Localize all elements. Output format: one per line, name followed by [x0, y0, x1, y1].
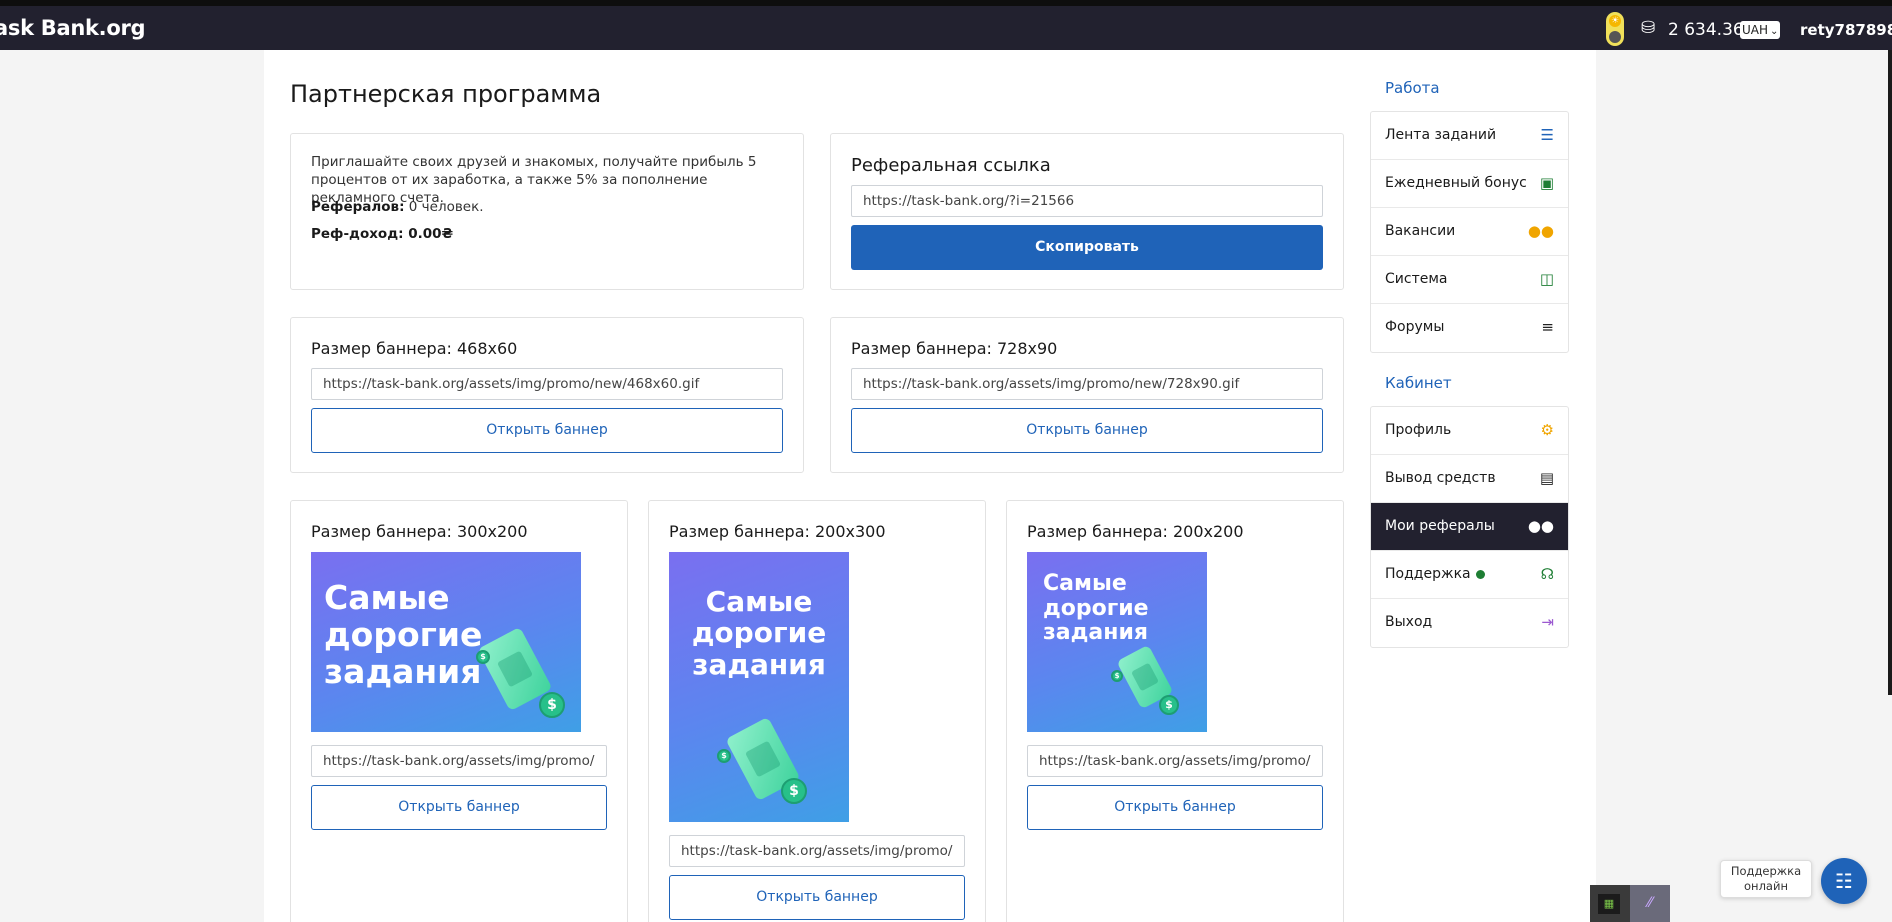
cabinet-heading: Кабинет	[1385, 374, 1452, 392]
banner-image: Самые дорогие задания $ $	[311, 552, 581, 732]
banner-card-300x200: Размер баннера: 300x200 Самые дорогие за…	[290, 500, 628, 922]
referrals-label: Рефералов:	[311, 199, 405, 215]
cabinet-menu: Профиль ⚙ Вывод средств ▤ Мои рефералы ●● П…	[1370, 406, 1569, 648]
work-heading: Работа	[1385, 79, 1440, 97]
sidebar-item-label: Выход	[1385, 614, 1433, 630]
coin-icon: $	[1111, 670, 1123, 682]
sidebar-item-logout[interactable]: Выход ⇥	[1371, 599, 1568, 647]
sidebar-item-tasks[interactable]: Лента заданий ☰	[1371, 112, 1568, 160]
referral-link-title: Реферальная ссылка	[851, 155, 1051, 176]
sidebar-item-my-referrals[interactable]: Мои рефералы ●●	[1371, 503, 1568, 551]
banner-image: Самые дорогие задания $ $	[1027, 552, 1207, 732]
banner-title: Размер баннера: 200x300	[669, 522, 886, 541]
coin-icon: $	[781, 778, 807, 804]
extension-icon[interactable]: ▦	[1598, 894, 1620, 914]
coins-icon: ⛁	[1641, 18, 1656, 38]
banner-card-200x300: Размер баннера: 200x300 Самые дорогие за…	[648, 500, 986, 922]
page-title: Партнерская программа	[290, 80, 602, 108]
banner-card-728x90: Размер баннера: 728x90 Открыть баннер	[830, 317, 1344, 473]
balance-amount: 2 634.36	[1668, 20, 1744, 40]
banner-url-input[interactable]	[311, 368, 783, 400]
banner-url-input[interactable]	[669, 835, 965, 867]
coin-icon: $	[476, 650, 490, 664]
users-icon: ●●	[1527, 517, 1554, 535]
open-banner-button[interactable]: Открыть баннер	[311, 408, 783, 453]
browser-extension-panel: ▦ ⁄⁄	[1590, 885, 1670, 922]
banner-title: Размер баннера: 300x200	[311, 522, 528, 541]
sidebar-item-support[interactable]: Поддержка ☊	[1371, 551, 1568, 599]
toggle-knob	[1609, 31, 1621, 43]
sidebar-item-vacancies[interactable]: Вакансии ●●	[1371, 208, 1568, 256]
support-tooltip: Поддержка онлайн	[1720, 860, 1812, 898]
open-banner-button[interactable]: Открыть баннер	[851, 408, 1323, 453]
site-logo[interactable]: ask Bank.org	[0, 16, 146, 40]
banner-image-text: Самые дорогие задания	[324, 578, 483, 691]
sidebar-item-label: Мои рефералы	[1385, 518, 1495, 534]
currency-select[interactable]: UAH ⌄	[1740, 21, 1781, 39]
sun-icon: ☀	[1609, 15, 1621, 27]
sidebar-item-system[interactable]: Система ◫	[1371, 256, 1568, 304]
sidebar-item-forums[interactable]: Форумы ≡	[1371, 304, 1568, 352]
username[interactable]: rety787898	[1800, 21, 1892, 39]
header: ask Bank.org ☀ ⛁ 2 634.36 UAH ⌄ rety78789…	[0, 6, 1892, 50]
headset-icon: ☊	[1540, 565, 1554, 583]
columns-icon: ◫	[1539, 270, 1554, 288]
banner-image: Самые дорогие задания $ $	[669, 552, 849, 822]
banner-title: Размер баннера: 468x60	[311, 339, 518, 358]
open-banner-button[interactable]: Открыть баннер	[1027, 785, 1323, 830]
scrollbar[interactable]	[1888, 50, 1892, 695]
open-banner-button[interactable]: Открыть баннер	[311, 785, 607, 830]
banner-image-text: Самые дорогие задания	[691, 585, 827, 681]
sidebar-item-withdraw[interactable]: Вывод средств ▤	[1371, 455, 1568, 503]
sidebar-item-label: Поддержка	[1385, 566, 1471, 582]
sidebar-item-label: Ежедневный бонус	[1385, 175, 1527, 191]
intro-card: Приглашайте своих друзей и знакомых, пол…	[290, 133, 804, 290]
chevron-down-icon: ⌄	[1770, 26, 1779, 37]
sidebar-item-label: Профиль	[1385, 422, 1452, 438]
gear-icon: ⚙	[1540, 421, 1554, 439]
copy-button[interactable]: Скопировать	[851, 225, 1323, 270]
banner-card-468x60: Размер баннера: 468x60 Открыть баннер	[290, 317, 804, 473]
work-menu: Лента заданий ☰ Ежедневный бонус ▣ Ваканси…	[1370, 111, 1569, 353]
sidebar-item-label: Форумы	[1385, 319, 1445, 335]
sidebar-item-profile[interactable]: Профиль ⚙	[1371, 407, 1568, 455]
money-icon: ▤	[1539, 469, 1554, 487]
sidebar-item-label: Вакансии	[1385, 223, 1456, 239]
open-banner-button[interactable]: Открыть баннер	[669, 875, 965, 920]
income-value: 0.00₴	[403, 226, 454, 242]
chat-icon[interactable]: ☷	[1821, 858, 1867, 904]
referral-link-card: Реферальная ссылка Скопировать	[830, 133, 1344, 290]
gift-icon: ▣	[1539, 174, 1554, 192]
sidebar-item-label: Система	[1385, 271, 1448, 287]
coin-icon: $	[717, 749, 731, 763]
banner-image-text: Самые дорогие задания	[1043, 571, 1149, 646]
referrals-count: Рефералов: 0 человек.	[311, 199, 484, 215]
income-label: Реф-доход:	[311, 226, 404, 242]
users-icon: ●●	[1527, 222, 1554, 240]
banner-card-200x200: Размер баннера: 200x200 Самые дорогие за…	[1006, 500, 1344, 922]
referral-link-input[interactable]	[851, 185, 1323, 217]
sidebar-item-label: Лента заданий	[1385, 127, 1497, 143]
referrals-value: 0 человек.	[404, 199, 484, 215]
currency-value: UAH	[1742, 23, 1769, 37]
extension-icon[interactable]: ⁄⁄	[1630, 885, 1670, 922]
theme-toggle[interactable]: ☀	[1606, 12, 1624, 46]
task-list-icon: ☰	[1540, 126, 1554, 144]
sidebar-item-label: Вывод средств	[1385, 470, 1496, 486]
referral-income: Реф-доход: 0.00₴	[311, 226, 453, 242]
logout-icon: ⇥	[1541, 613, 1554, 631]
banner-url-input[interactable]	[311, 745, 607, 777]
banner-title: Размер баннера: 200x200	[1027, 522, 1244, 541]
coin-icon: $	[539, 692, 565, 718]
online-status-dot	[1475, 569, 1485, 579]
banner-url-input[interactable]	[1027, 745, 1323, 777]
banner-url-input[interactable]	[851, 368, 1323, 400]
top-bar: ask Bank.org ☀ ⛁ 2 634.36 UAH ⌄ rety78789…	[0, 0, 1892, 50]
banner-title: Размер баннера: 728x90	[851, 339, 1058, 358]
sidebar-item-daily-bonus[interactable]: Ежедневный бонус ▣	[1371, 160, 1568, 208]
align-left-icon: ≡	[1541, 318, 1554, 336]
coin-icon: $	[1159, 695, 1179, 715]
